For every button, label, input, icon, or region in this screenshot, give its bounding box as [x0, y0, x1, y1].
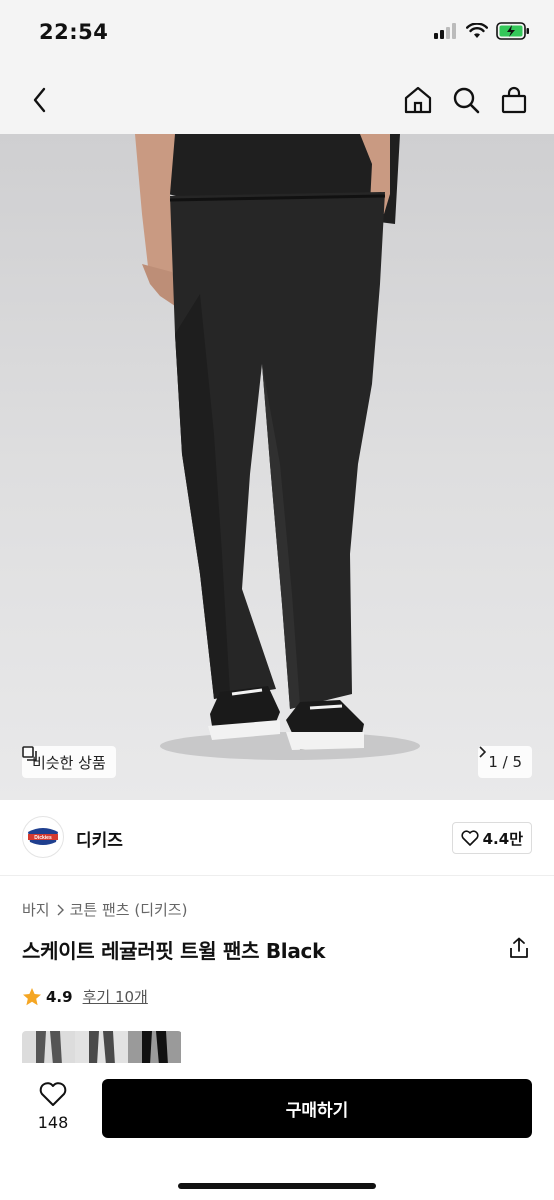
chevron-right-icon	[479, 746, 487, 758]
home-indicator	[178, 1183, 376, 1189]
battery-charging-icon	[496, 22, 529, 40]
product-title: 스케이트 레귤러핏 트윌 팬츠 Black	[22, 939, 326, 963]
status-time: 22:54	[39, 20, 109, 44]
share-button[interactable]	[506, 935, 532, 961]
similar-products-label: 비슷한 상품	[32, 753, 106, 772]
chevron-left-icon	[33, 87, 46, 113]
product-photo	[135, 134, 420, 760]
color-option-thumbnail[interactable]	[22, 1031, 75, 1065]
svg-text:Dickies: Dickies	[34, 835, 52, 841]
like-button[interactable]: 148	[28, 1081, 78, 1132]
heart-outline-icon	[39, 1082, 67, 1106]
product-image-carousel[interactable]: 비슷한 상품 1 / 5	[0, 134, 554, 800]
buy-button[interactable]: 구매하기	[102, 1079, 532, 1138]
home-icon	[404, 86, 432, 114]
star-icon	[23, 987, 41, 1005]
brand-row[interactable]: Dickies 디키즈 4.4만	[0, 800, 554, 876]
chevron-right-icon	[57, 904, 64, 915]
search-icon	[453, 87, 480, 114]
nav-bar	[0, 66, 554, 134]
color-option-thumbnail[interactable]	[128, 1031, 181, 1065]
search-button[interactable]	[448, 82, 484, 118]
color-option-thumbnail[interactable]	[75, 1031, 128, 1065]
status-bar: 22:54	[0, 0, 554, 66]
review-link[interactable]: 후기 10개	[83, 986, 148, 1007]
share-icon	[510, 937, 528, 958]
image-page-indicator[interactable]: 1 / 5	[478, 746, 532, 778]
product-page: 22:54 비슷한 상품 1 / 5 Dickies 디키즈 4.4만 바지 코…	[0, 0, 554, 1200]
page-indicator-text: 1 / 5	[488, 753, 522, 771]
like-count: 148	[37, 1113, 69, 1132]
breadcrumb: 바지 코튼 팬츠 (디키즈)	[22, 899, 187, 920]
brand-like-button[interactable]: 4.4만	[451, 822, 532, 854]
brand-name[interactable]: 디키즈	[76, 826, 123, 851]
bottom-action-bar: 148 구매하기	[0, 1063, 554, 1200]
wifi-icon	[466, 23, 488, 38]
shopping-bag-icon	[501, 86, 527, 114]
copy-icon	[22, 746, 37, 761]
signal-icon	[434, 23, 456, 39]
similar-products-button[interactable]: 비슷한 상품	[22, 746, 116, 778]
breadcrumb-item[interactable]: 바지	[22, 899, 50, 920]
back-button[interactable]	[22, 82, 58, 118]
rating-score: 4.9	[46, 987, 73, 1006]
color-options	[22, 1031, 182, 1065]
nav-actions	[400, 82, 532, 118]
brand-like-count: 4.4만	[482, 829, 523, 848]
rating-row: 4.9 후기 10개	[22, 986, 148, 1007]
cart-button[interactable]	[496, 82, 532, 118]
home-button[interactable]	[400, 82, 436, 118]
breadcrumb-item[interactable]: 코튼 팬츠 (디키즈)	[70, 899, 188, 920]
status-icons	[434, 22, 530, 40]
brand-logo: Dickies	[22, 816, 64, 858]
heart-outline-icon	[461, 830, 479, 846]
